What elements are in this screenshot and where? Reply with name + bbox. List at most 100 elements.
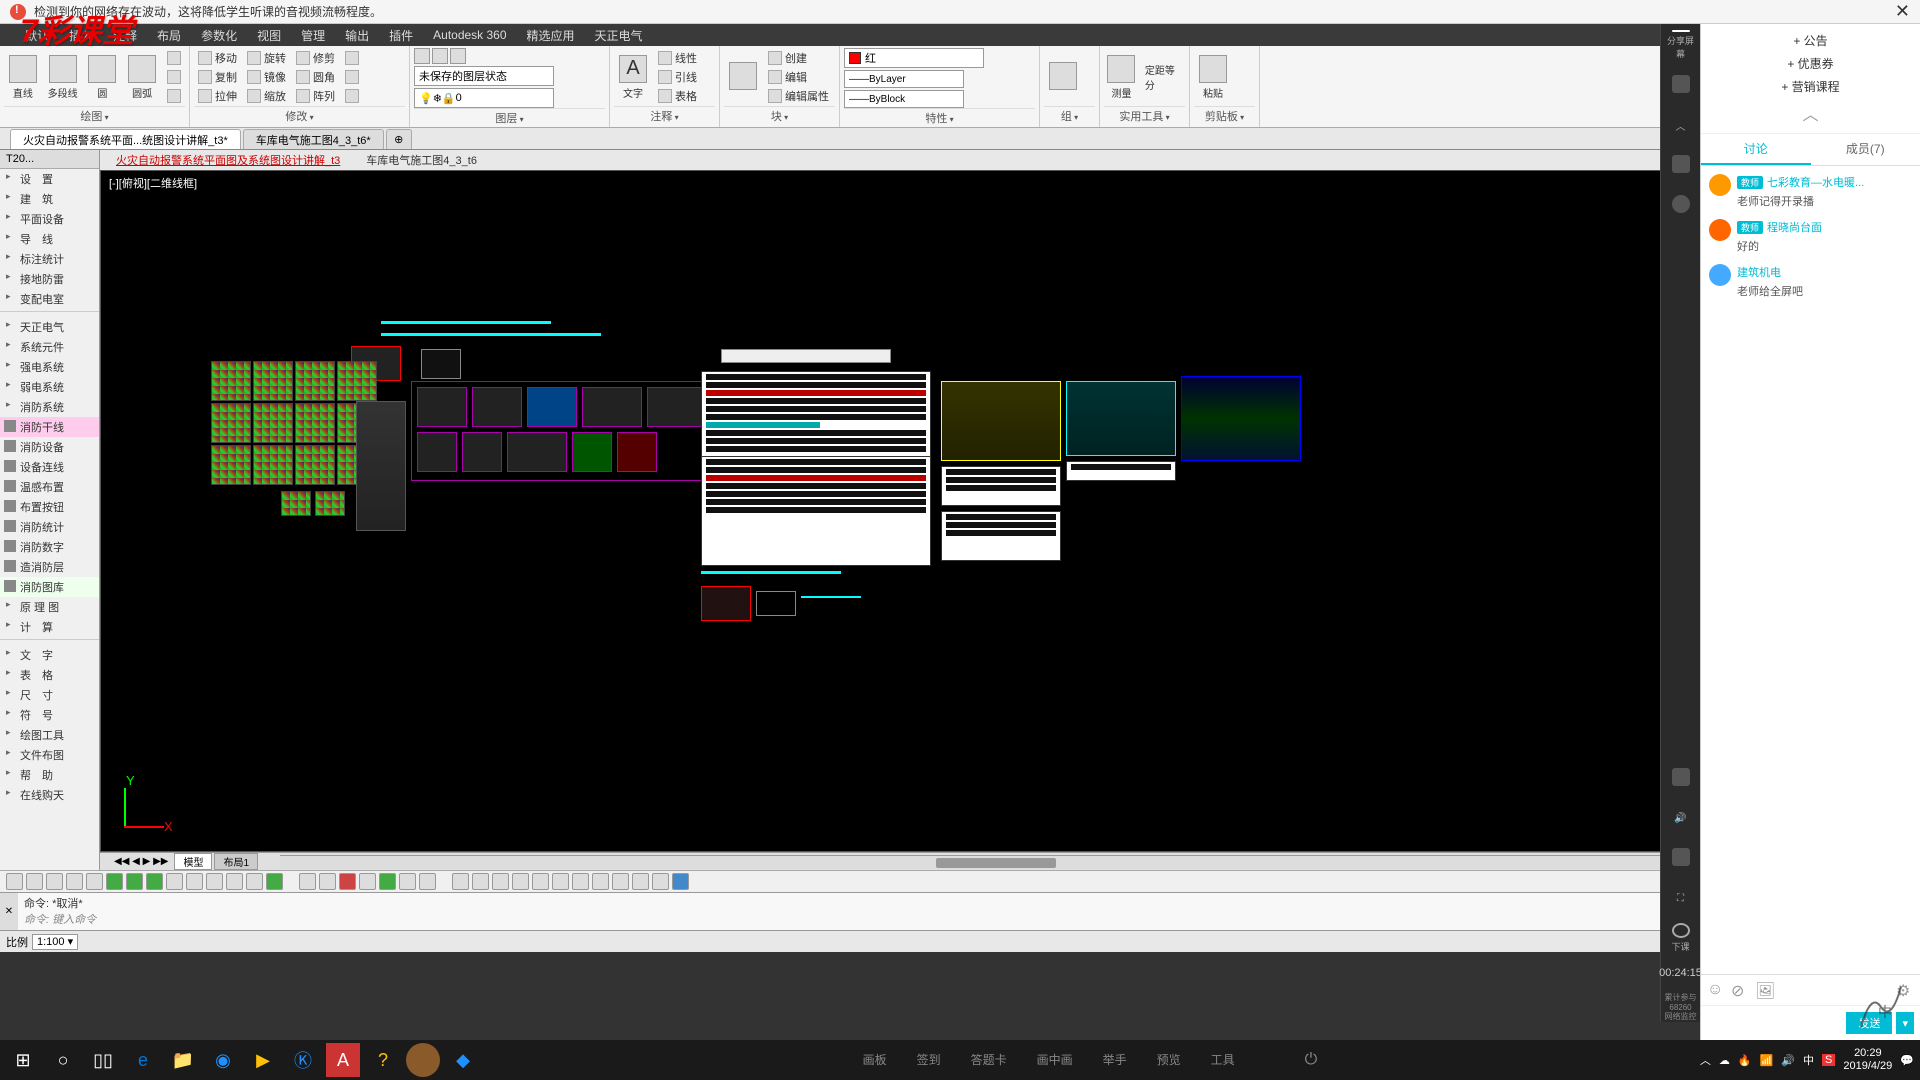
side-file-layout[interactable]: 文件布图 (0, 745, 99, 765)
tool-icon[interactable] (419, 873, 436, 890)
line-button[interactable]: 直线 (4, 48, 42, 106)
block-create-button[interactable]: 创建 (764, 49, 833, 67)
side-distrib[interactable]: 变配电室 (0, 289, 99, 309)
app-icon[interactable]: ? (366, 1043, 400, 1077)
ppt-button[interactable] (1666, 70, 1696, 100)
command-input[interactable]: 命令: *取消* 命令: 键入命令 (18, 893, 1920, 930)
menu-output[interactable]: 输出 (335, 27, 379, 44)
linear-dim-button[interactable]: 线性 (654, 49, 701, 67)
autocad-app[interactable]: A (326, 1043, 360, 1077)
text-button[interactable]: A文字 (614, 48, 652, 106)
side-online[interactable]: 在线购天 (0, 785, 99, 805)
menu-a360[interactable]: Autodesk 360 (423, 28, 516, 42)
file-tab-1[interactable]: 火灾自动报警系统平面图及系统图设计讲解_t3 (108, 152, 348, 168)
mic-button[interactable] (1666, 763, 1696, 793)
fullscreen-button[interactable]: ⛶ (1666, 883, 1696, 913)
tool-icon[interactable] (126, 873, 143, 890)
tool-icon[interactable] (652, 873, 669, 890)
tool-icon[interactable] (299, 873, 316, 890)
side-dim[interactable]: 尺 寸 (0, 685, 99, 705)
leader-button[interactable]: 引线 (654, 68, 701, 86)
side-fire-main[interactable]: 消防干线 (0, 417, 99, 437)
tool-icon[interactable] (592, 873, 609, 890)
tool-icon[interactable] (246, 873, 263, 890)
side-strong[interactable]: 强电系统 (0, 357, 99, 377)
side-arch[interactable]: 建 筑 (0, 189, 99, 209)
tool-icon[interactable] (6, 873, 23, 890)
side-symbol[interactable]: 符 号 (0, 705, 99, 725)
menu-view[interactable]: 视图 (247, 27, 291, 44)
edge-app[interactable]: e (126, 1043, 160, 1077)
tool-icon[interactable] (26, 873, 43, 890)
tool-icon[interactable] (166, 873, 183, 890)
side-label-stat[interactable]: 标注统计 (0, 249, 99, 269)
color-combo[interactable]: 红 (844, 48, 984, 68)
preview-button[interactable]: 预览 (1157, 1051, 1181, 1069)
ime-icon[interactable]: 中 (1803, 1052, 1814, 1068)
tool-icon[interactable] (266, 873, 283, 890)
side-sys-comp[interactable]: 系统元件 (0, 337, 99, 357)
side-dev-conn[interactable]: 设备连线 (0, 457, 99, 477)
table-button[interactable]: 表格 (654, 87, 701, 105)
model-tab[interactable]: 模型 (174, 853, 212, 870)
side-fire-dev[interactable]: 消防设备 (0, 437, 99, 457)
file-tab-2[interactable]: 车库电气施工图4_3_t6 (358, 152, 485, 168)
tool-icon[interactable] (226, 873, 243, 890)
trim-button[interactable]: 修剪 (292, 49, 339, 67)
menu-parametric[interactable]: 参数化 (191, 27, 247, 44)
menu-plugin[interactable]: 插件 (379, 27, 423, 44)
cmd-close[interactable]: ✕ (0, 893, 18, 930)
speaker-button[interactable]: 🔊 (1666, 803, 1696, 833)
tool-icon[interactable] (146, 873, 163, 890)
start-button[interactable]: ⊞ (6, 1043, 40, 1077)
side-wire[interactable]: 导 线 (0, 229, 99, 249)
dist-button[interactable]: 定距等分 (1141, 68, 1185, 86)
app-icon[interactable] (406, 1043, 440, 1077)
tool-icon[interactable] (672, 873, 689, 890)
side-fire-stat[interactable]: 消防统计 (0, 517, 99, 537)
tool-icon[interactable] (379, 873, 396, 890)
mirror-button[interactable]: 镜像 (243, 68, 290, 86)
tool-icon[interactable] (339, 873, 356, 890)
draw-small-1[interactable] (163, 49, 185, 67)
side-btn-layout[interactable]: 布置按钮 (0, 497, 99, 517)
members-tab[interactable]: 成员(7) (1811, 134, 1920, 165)
copy-button[interactable]: 复制 (194, 68, 241, 86)
tool-icon[interactable] (512, 873, 529, 890)
mod-x3[interactable] (341, 87, 363, 105)
cortana-button[interactable]: ○ (46, 1043, 80, 1077)
clock[interactable]: 20:29 2019/4/29 (1843, 1047, 1892, 1073)
block-attr-button[interactable]: 编辑属性 (764, 87, 833, 105)
side-settings[interactable]: 设 置 (0, 169, 99, 189)
app-icon[interactable]: ◉ (206, 1043, 240, 1077)
doc-tab-new[interactable]: ⊕ (386, 129, 412, 149)
layer-state-combo[interactable]: 未保存的图层状态 (414, 66, 554, 86)
side-weak[interactable]: 弱电系统 (0, 377, 99, 397)
side-fire-num[interactable]: 消防数字 (0, 537, 99, 557)
block-edit-button[interactable]: 编辑 (764, 68, 833, 86)
circle-button[interactable]: 圆 (84, 48, 122, 106)
array-button[interactable]: 阵列 (292, 87, 339, 105)
tool-icon[interactable] (399, 873, 416, 890)
tool-icon[interactable] (359, 873, 376, 890)
tool-icon[interactable] (186, 873, 203, 890)
tool-icon[interactable] (632, 873, 649, 890)
move-button[interactable]: 移动 (194, 49, 241, 67)
close-warning-button[interactable]: ✕ (1895, 1, 1910, 22)
rotate-button[interactable]: 旋转 (243, 49, 290, 67)
scale-button[interactable]: 缩放 (243, 87, 290, 105)
taskview-button[interactable]: ▯▯ (86, 1043, 120, 1077)
side-help[interactable]: 帮 助 (0, 765, 99, 785)
fillet-button[interactable]: 圆角 (292, 68, 339, 86)
notifications-icon[interactable]: 💬 (1900, 1054, 1914, 1067)
expand-up-button[interactable]: ︿ (1666, 110, 1696, 140)
power-button[interactable]: ⏻ (1305, 1051, 1318, 1069)
explorer-app[interactable]: 📁 (166, 1043, 200, 1077)
tool-icon[interactable] (46, 873, 63, 890)
play-video-button[interactable] (1666, 150, 1696, 180)
quiz-button[interactable]: 答题卡 (971, 1051, 1007, 1069)
tool-icon[interactable] (86, 873, 103, 890)
app-icon[interactable]: ◆ (446, 1043, 480, 1077)
draw-small-2[interactable] (163, 68, 185, 86)
drawing-canvas[interactable]: [-][俯视][二维线框] (100, 170, 1920, 852)
